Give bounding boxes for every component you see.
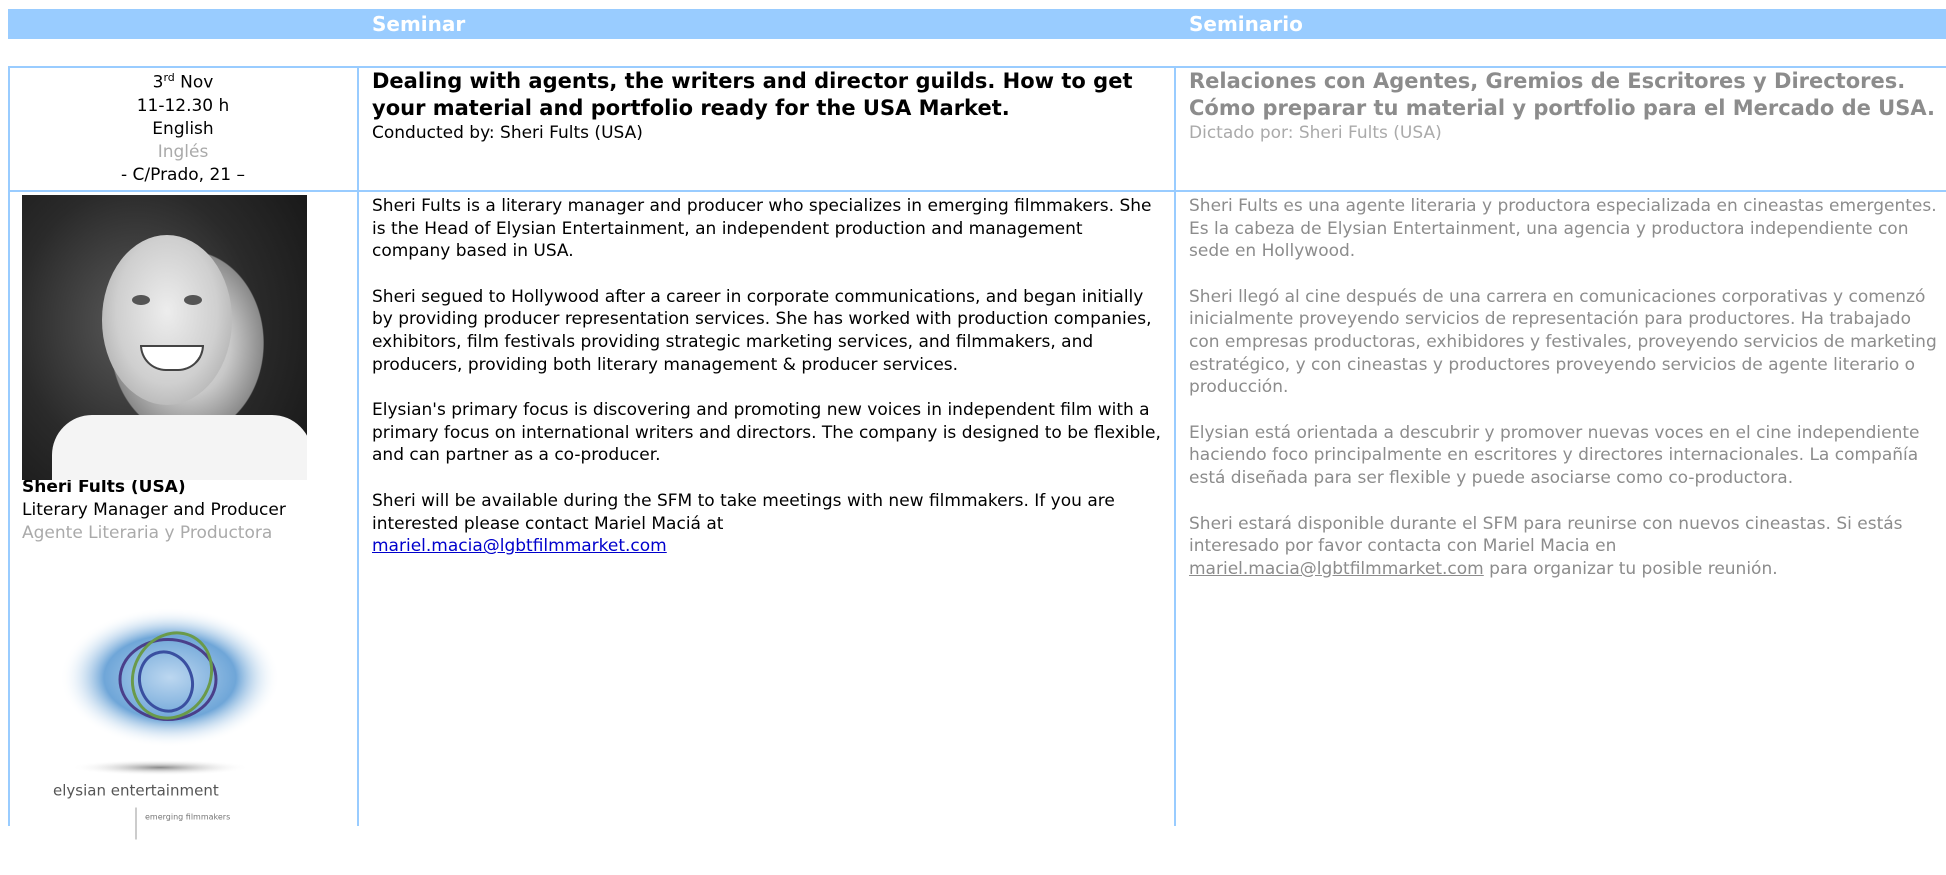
email-link-en[interactable]: mariel.macia@lgbtfilmmarket.com xyxy=(372,536,667,556)
contact-text-en: Sheri will be available during the SFM t… xyxy=(372,490,1115,534)
logo-company-text: elysian entertainment xyxy=(53,782,219,800)
bio-en-paragraph-3: Elysian's primary focus is discovering a… xyxy=(372,400,1161,466)
shirt-shape xyxy=(52,415,307,480)
date-month: Nov xyxy=(180,72,214,93)
conducted-by: Conducted by: Sheri Fults (USA) xyxy=(372,123,643,143)
speaker-role: Literary Manager and Producer xyxy=(22,500,286,520)
session-info: 3rd Nov 11-12.30 h English Inglés - C/Pr… xyxy=(8,66,358,192)
face-shape xyxy=(102,235,232,405)
dictado-por: Dictado por: Sheri Fults (USA) xyxy=(1189,123,1442,143)
date-day: 3 xyxy=(152,72,164,93)
session-time: 11-12.30 h xyxy=(136,95,230,116)
eye-left xyxy=(132,295,150,305)
logo-glow xyxy=(60,607,280,748)
bio-es-paragraph-1: Sheri Fults es una agente literaria y pr… xyxy=(1189,196,1937,262)
session-language: English xyxy=(152,118,214,139)
session-language-es: Inglés xyxy=(157,141,209,162)
seminario-title: Relaciones con Agentes, Gremios de Escri… xyxy=(1189,69,1935,120)
bio-en-paragraph-2: Sheri segued to Hollywood after a career… xyxy=(372,286,1152,375)
col-divider-2 xyxy=(1174,66,1176,826)
contact-text-es: Sheri estará disponible durante el SFM p… xyxy=(1189,513,1903,557)
session-venue: - C/Prado, 21 – xyxy=(120,164,246,185)
seminar-title: Dealing with agents, the writers and dir… xyxy=(372,69,1133,120)
bio-es: Sheri Fults es una agente literaria y pr… xyxy=(1189,195,1946,580)
bio-es-paragraph-3: Elysian está orientada a descubrir y pro… xyxy=(1189,422,1920,488)
session-date: 3rd Nov xyxy=(8,66,358,95)
email-link-es[interactable]: mariel.macia@lgbtfilmmarket.com xyxy=(1189,559,1484,579)
bio-es-paragraph-2: Sheri llegó al cine después de una carre… xyxy=(1189,286,1937,398)
header-bar: Seminar Seminario xyxy=(8,9,1946,39)
bio-en-paragraph-1: Sheri Fults is a literary manager and pr… xyxy=(372,196,1152,262)
bio-en-paragraph-4: Sheri will be available during the SFM t… xyxy=(372,490,1162,558)
elysian-logo: elysian entertainment emerging filmmaker… xyxy=(53,607,280,840)
eye-right xyxy=(184,295,202,305)
contact-tail-es: para organizar tu posible reunión. xyxy=(1483,558,1778,579)
speaker-role-es: Agente Literaria y Productora xyxy=(22,523,273,543)
logo-shadow xyxy=(70,759,250,776)
bio-en: Sheri Fults is a literary manager and pr… xyxy=(372,195,1162,558)
title-cell-es: Relaciones con Agentes, Gremios de Escri… xyxy=(1189,68,1946,145)
speaker-info: Sheri Fults (USA) Literary Manager and P… xyxy=(22,476,352,545)
title-cell-en: Dealing with agents, the writers and dir… xyxy=(372,68,1172,145)
speaker-photo xyxy=(22,195,307,480)
bio-es-paragraph-4: Sheri estará disponible durante el SFM p… xyxy=(1189,513,1946,581)
header-seminar: Seminar xyxy=(372,12,466,36)
header-seminario: Seminario xyxy=(1189,12,1303,36)
date-suffix: rd xyxy=(163,71,175,84)
